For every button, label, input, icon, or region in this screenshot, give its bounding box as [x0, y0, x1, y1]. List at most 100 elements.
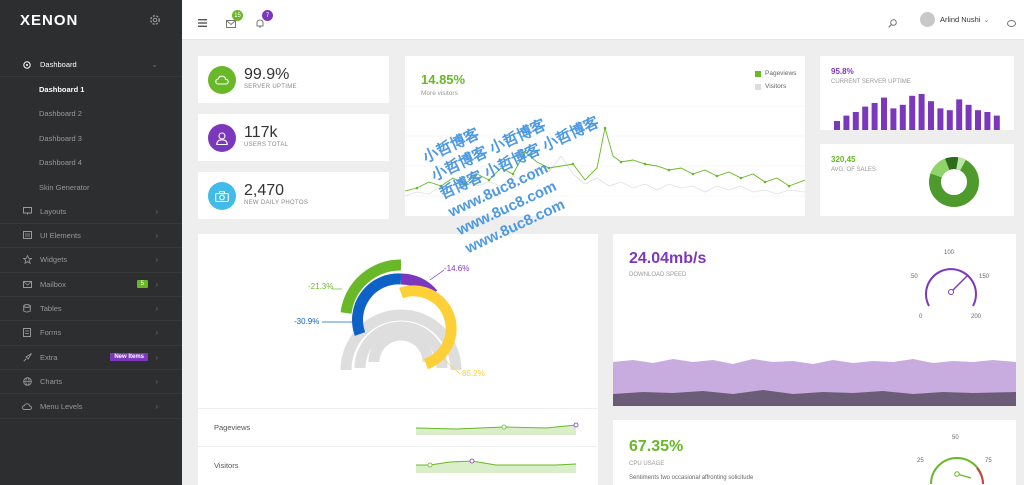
user-name: Arlind Nushi [940, 15, 981, 24]
cpu-tick-25: 25 [917, 458, 924, 464]
uptime-bar [862, 106, 869, 130]
notifications-button[interactable]: 7 [256, 10, 273, 33]
sidebar-item-label: Widgets [40, 255, 68, 265]
star-icon [22, 255, 32, 265]
chevron-right-icon: › [155, 255, 158, 265]
chevron-right-icon: › [155, 352, 158, 362]
cloud-icon [22, 401, 32, 411]
chevron-right-icon: › [155, 206, 158, 216]
sidebar-item-label: UI Elements [40, 230, 81, 240]
messages-badge: 15 [232, 10, 243, 21]
sidebar-item-charts[interactable]: Charts › [0, 370, 182, 395]
stat-card-new-daily-photos: 2,470 NEW DAILY PHOTOS [198, 172, 389, 219]
uptime-value: 95.8% [831, 67, 854, 76]
sidebar-item-label: Layouts [40, 206, 67, 216]
uptime-bar [946, 110, 953, 130]
cpu-tick-75: 75 [985, 458, 992, 464]
sidebar-item-menu-levels[interactable]: Menu Levels › [0, 394, 182, 419]
uptime-bar [928, 101, 934, 130]
pageviews-sparkline [416, 422, 579, 435]
sidebar-item-label: Dashboard 2 [39, 109, 82, 119]
user-menu[interactable]: Arlind Nushi ⌄ [920, 12, 989, 27]
sidebar-item-label: Skin Generator [39, 182, 90, 192]
uptime-bar [899, 104, 906, 130]
sidebar-item-dashboard-1[interactable]: Dashboard 1 [0, 77, 182, 101]
user-icon [208, 124, 236, 152]
server-uptime-card: 95.8% CURRENT SERVER UPTIME [820, 56, 1014, 130]
stat-value: 117k [244, 124, 278, 141]
hamburger-menu-icon[interactable] [198, 14, 207, 32]
uptime-bar [993, 115, 1000, 130]
uptime-bar [937, 108, 944, 130]
envelope-icon [226, 20, 236, 28]
uptime-bar [843, 115, 850, 130]
sidebar-item-forms[interactable]: Forms › [0, 321, 182, 346]
list-icon [22, 230, 32, 240]
messages-button[interactable]: 15 [226, 10, 243, 33]
sidebar-item-mailbox[interactable]: Mailbox 5 › [0, 273, 182, 297]
radial-label-d: 85.2% [462, 369, 485, 378]
pageviews-row-label: Pageviews [214, 423, 251, 432]
rocket-icon [22, 352, 32, 362]
sidebar-item-label: Tables [40, 304, 62, 314]
chevron-down-icon: ⌄ [983, 16, 990, 24]
stat-label: USERS TOTAL [244, 142, 289, 148]
gauge-tick-100: 100 [944, 250, 955, 256]
sidebar-item-dashboard-3[interactable]: Dashboard 3 [0, 126, 182, 150]
sidebar-item-dashboard-4[interactable]: Dashboard 4 [0, 151, 182, 175]
sidebar-item-dashboard-2[interactable]: Dashboard 2 [0, 102, 182, 126]
dashboard-icon [22, 60, 32, 70]
download-label: DOWNLOAD SPEED [629, 272, 687, 278]
sidebar-item-widgets[interactable]: Widgets › [0, 248, 182, 273]
sales-card: 320,45 AVG. OF SALES [820, 144, 1014, 216]
search-icon[interactable] [888, 15, 897, 33]
uptime-bar [956, 99, 963, 130]
brand: XENON [0, 0, 182, 40]
sidebar-item-extra[interactable]: Extra New Items › [0, 346, 182, 371]
gauge-tick-200: 200 [971, 314, 982, 320]
gear-icon[interactable] [148, 13, 162, 27]
pageviews-series-line [405, 127, 805, 192]
sidebar-item-label: Menu Levels [40, 401, 83, 411]
chevron-down-icon: ⌄ [151, 60, 158, 70]
sidebar-item-dashboard[interactable]: Dashboard ⌄ [0, 53, 182, 78]
cpu-usage-card: 67.35% CPU USAGE Sentiments two occasion… [613, 420, 1016, 485]
visitors-row: Visitors [198, 446, 598, 484]
stat-card-users-total: 117k USERS TOTAL [198, 114, 389, 161]
sidebar-item-label: Dashboard 1 [39, 85, 85, 95]
chevron-right-icon: › [155, 279, 158, 289]
chat-icon[interactable] [1007, 15, 1016, 33]
uptime-bar [871, 103, 878, 130]
cpu-description: Sentiments two occasional affronting sol… [629, 475, 754, 481]
ring-3-track [368, 329, 434, 363]
monitor-icon [22, 206, 32, 216]
camera-icon [208, 182, 236, 210]
topbar: 15 7 Arlind Nushi ⌄ [182, 0, 1024, 40]
radial-bar-chart [322, 259, 462, 375]
radial-label-c: -14.6% [444, 264, 470, 273]
visitors-chart-card: 14.85% More visitors Pageviews Visitors [405, 56, 805, 216]
download-area-chart [613, 359, 1016, 406]
gauge-tick-50: 50 [911, 274, 918, 280]
chevron-right-icon: › [155, 377, 158, 387]
sidebar-item-skin-generator[interactable]: Skin Generator [0, 175, 182, 199]
new-items-badge: New Items [110, 353, 148, 362]
uptime-bar [965, 104, 972, 130]
avatar [920, 12, 935, 27]
visitors-sparkline [416, 458, 577, 473]
logo[interactable]: XENON [20, 12, 78, 29]
gauge-tick-0: 0 [919, 314, 923, 320]
stat-label: NEW DAILY PHOTOS [244, 200, 309, 206]
sidebar-item-label: Forms [40, 328, 62, 338]
uptime-bar [881, 97, 887, 130]
cpu-tick-50: 50 [952, 435, 959, 441]
sidebar-item-label: Dashboard 3 [39, 133, 82, 143]
sidebar-item-tables[interactable]: Tables › [0, 297, 182, 322]
sidebar-item-layouts[interactable]: Layouts › [0, 199, 182, 224]
visitors-row-label: Visitors [214, 461, 239, 470]
sales-label: AVG. OF SALES [831, 167, 876, 173]
uptime-bar [852, 112, 859, 130]
download-speed-card: 24.04mb/s DOWNLOAD SPEED 0 50 100 150 20… [613, 234, 1016, 406]
sidebar-item-ui-elements[interactable]: UI Elements › [0, 224, 182, 249]
gauge-tick-150: 150 [979, 274, 990, 280]
